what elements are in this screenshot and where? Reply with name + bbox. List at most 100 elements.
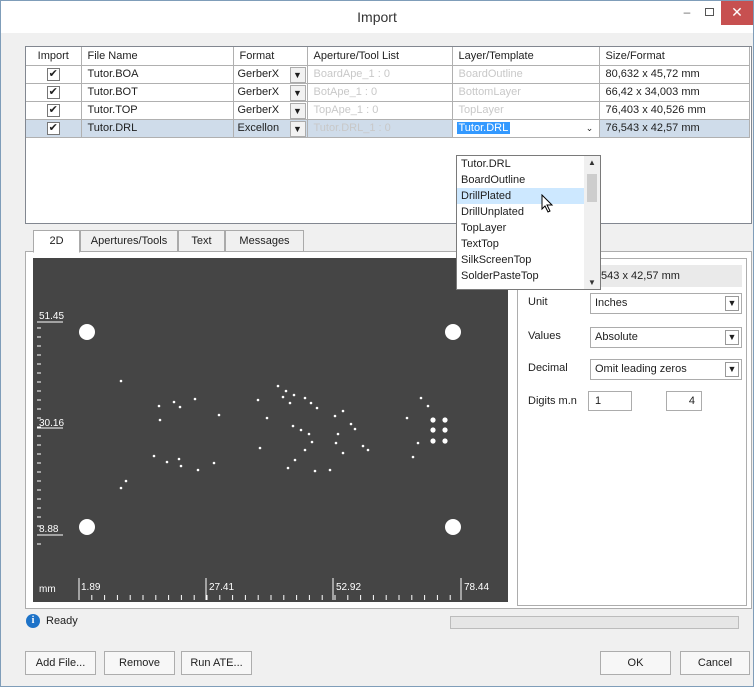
import-checkbox[interactable]: ✔ [46, 103, 60, 117]
dropdown-option[interactable]: DrillPlated [457, 188, 600, 204]
tab-2d[interactable]: 2D [33, 230, 80, 253]
dropdown-options: Tutor.DRL BoardOutline DrillPlated DrillUnp… [457, 156, 600, 284]
layer-cell[interactable]: TopLayer [451, 100, 600, 120]
table-row[interactable]: ✔ Tutor.TOP GerberX ▼ TopApe_1 : 0 TopLay… [26, 100, 750, 120]
drill-hole [349, 422, 353, 426]
dropdown-option[interactable]: DrillUnplated [457, 204, 600, 220]
ok-button[interactable]: OK [600, 651, 671, 675]
drill-hole [426, 404, 430, 408]
header-size[interactable]: Size/Format [598, 47, 750, 66]
chevron-down-icon[interactable]: ▼ [289, 84, 306, 101]
digits-n-input[interactable]: 4 [666, 391, 702, 411]
drill-hole [292, 393, 296, 397]
mounting-hole [445, 324, 461, 340]
unit-label: Unit [528, 296, 548, 308]
header-aperture[interactable]: Aperture/Tool List [306, 47, 453, 66]
drill-hole [341, 409, 345, 413]
drill-hole [419, 396, 423, 400]
table-row-selected[interactable]: ✔ Tutor.DRL Excellon ▼ Tutor.DRL_1 : 0 Tu… [26, 118, 750, 138]
layer-cell[interactable]: BoardOutline [451, 64, 600, 84]
import-checkbox[interactable]: ✔ [46, 121, 60, 135]
scroll-thumb[interactable] [587, 174, 597, 202]
drill-hole [281, 395, 285, 399]
header-format[interactable]: Format [232, 47, 308, 66]
layer-dropdown-list[interactable]: Tutor.DRL BoardOutline DrillPlated DrillUnp… [456, 155, 601, 290]
drill-preview-svg: 51.45 30.16 8.88 mm 1.89 27.41 52.92 78.… [37, 311, 489, 600]
import-cell[interactable]: ✔ [26, 100, 82, 120]
format-cell[interactable]: GerberX ▼ [232, 64, 308, 84]
import-cell[interactable]: ✔ [26, 82, 82, 102]
format-cell[interactable]: GerberX ▼ [232, 100, 308, 120]
drill-hole [341, 451, 345, 455]
files-table: Import File Name Format Aperture/Tool Li… [25, 46, 752, 224]
dropdown-option[interactable]: TopLayer [457, 220, 600, 236]
dropdown-option[interactable]: BoardOutline [457, 172, 600, 188]
dropdown-scrollbar[interactable]: ▲ ▼ [584, 156, 600, 289]
decimal-select[interactable]: Omit leading zeros ▼ [590, 359, 742, 380]
import-cell[interactable]: ✔ [26, 118, 82, 138]
chevron-down-icon[interactable]: ▼ [289, 66, 306, 83]
tab-messages[interactable]: Messages [225, 230, 304, 252]
header-layer[interactable]: Layer/Template [451, 47, 600, 66]
progress-bar [450, 616, 739, 629]
status-text: Ready [46, 615, 78, 627]
digits-m-input[interactable]: 1 [588, 391, 632, 411]
drill-hole [430, 427, 436, 433]
layer-combo-value[interactable]: Tutor.DRL [456, 122, 511, 134]
header-import[interactable]: Import [26, 47, 82, 66]
minimize-button[interactable]: – [676, 1, 698, 25]
drill-hole [177, 457, 181, 461]
drill-hole [430, 417, 436, 423]
drill-hole [310, 440, 314, 444]
chevron-down-icon[interactable]: ⌄ [581, 120, 598, 137]
header-file-name[interactable]: File Name [80, 47, 234, 66]
dropdown-option[interactable]: Tutor.DRL [457, 156, 600, 172]
scroll-up-icon[interactable]: ▲ [584, 158, 600, 167]
table-row[interactable]: ✔ Tutor.BOT GerberX ▼ BotApe_1 : 0 Bottom… [26, 82, 750, 102]
file-name-cell: Tutor.BOA [80, 64, 234, 84]
table-header: Import File Name Format Aperture/Tool Li… [26, 47, 750, 66]
tab-text[interactable]: Text [178, 230, 225, 252]
unit-select[interactable]: Inches ▼ [590, 293, 742, 314]
x-label-4: 78.44 [464, 582, 489, 593]
table-row[interactable]: ✔ Tutor.BOA GerberX ▼ BoardApe_1 : 0 Boar… [26, 64, 750, 84]
drill-hole [293, 458, 297, 462]
add-file-button[interactable]: Add File... [25, 651, 96, 675]
cancel-button[interactable]: Cancel [680, 651, 750, 675]
import-checkbox[interactable]: ✔ [46, 67, 60, 81]
bottom-ruler [78, 595, 451, 600]
run-ate-button[interactable]: Run ATE... [181, 651, 252, 675]
chevron-down-icon[interactable]: ▼ [289, 102, 306, 119]
drill-hole [442, 438, 448, 444]
layer-combo[interactable]: Tutor.DRL ⌄ [451, 118, 600, 138]
drill-preview-canvas[interactable]: 51.45 30.16 8.88 mm 1.89 27.41 52.92 78.… [33, 258, 508, 602]
import-cell[interactable]: ✔ [26, 64, 82, 84]
values-select[interactable]: Absolute ▼ [590, 327, 742, 348]
dropdown-option[interactable]: SolderPasteTop [457, 268, 600, 284]
files-grid: Import File Name Format Aperture/Tool Li… [26, 47, 750, 138]
drill-hole [361, 444, 365, 448]
format-value: GerberX [237, 104, 280, 116]
dropdown-option[interactable]: SilkScreenTop [457, 252, 600, 268]
tab-apertures-tools[interactable]: Apertures/Tools [80, 230, 178, 252]
drill-hole [416, 441, 420, 445]
format-cell[interactable]: GerberX ▼ [232, 82, 308, 102]
layer-cell[interactable]: BottomLayer [451, 82, 600, 102]
drill-hole [442, 427, 448, 433]
drill-hole [217, 413, 221, 417]
import-checkbox[interactable]: ✔ [46, 85, 60, 99]
chevron-down-icon[interactable]: ▼ [289, 120, 306, 137]
drill-hole [307, 432, 311, 436]
remove-button[interactable]: Remove [104, 651, 175, 675]
chevron-down-icon[interactable]: ▼ [725, 296, 739, 311]
close-button[interactable]: ✕ [721, 1, 753, 25]
drill-hole [333, 414, 337, 418]
scroll-down-icon[interactable]: ▼ [584, 278, 600, 287]
mounting-hole [445, 519, 461, 535]
dropdown-option[interactable]: TextTop [457, 236, 600, 252]
drill-hole [124, 479, 128, 483]
chevron-down-icon[interactable]: ▼ [725, 330, 739, 345]
chevron-down-icon[interactable]: ▼ [725, 362, 739, 377]
maximize-button[interactable] [698, 1, 720, 25]
format-cell[interactable]: Excellon ▼ [232, 118, 308, 138]
